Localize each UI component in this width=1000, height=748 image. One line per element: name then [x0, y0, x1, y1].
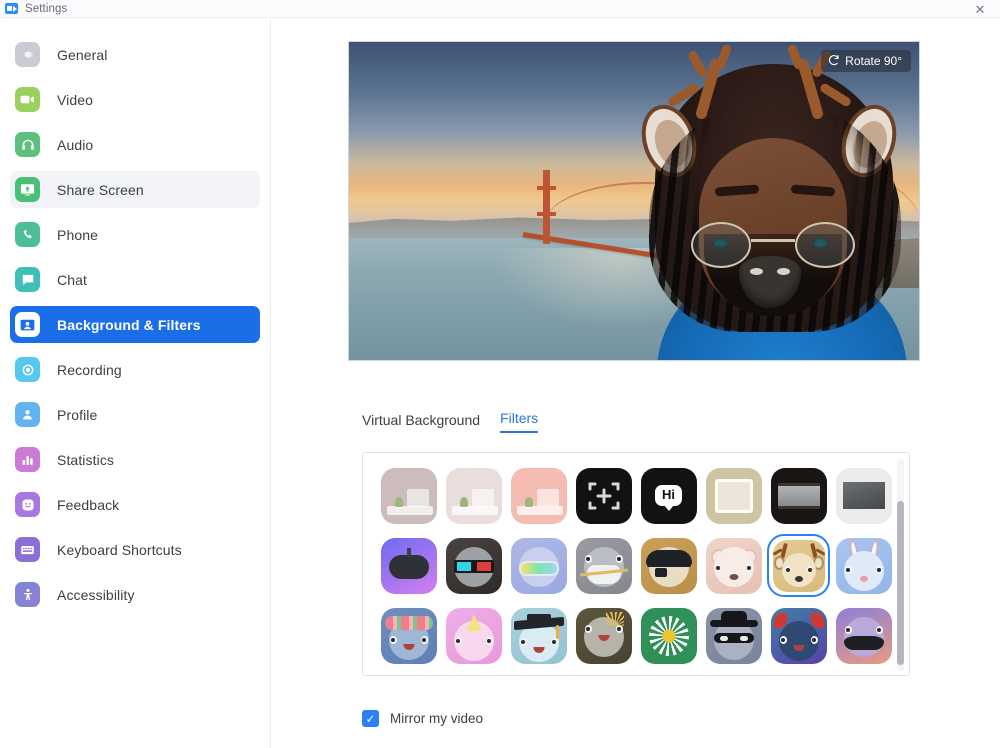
filter-tile-ski-goggles[interactable] [507, 534, 570, 597]
chat-icon [15, 267, 40, 292]
window-title: Settings [25, 2, 68, 15]
sidebar-item-statistics[interactable]: Statistics [10, 441, 260, 478]
devil-horn-right [810, 612, 824, 628]
filter-tile-daisy[interactable] [637, 604, 700, 667]
filter-tile-face-mask[interactable] [572, 534, 635, 597]
sidebar-item-accessibility[interactable]: Accessibility [10, 576, 260, 613]
sidebar-item-background-filters[interactable]: Background & Filters [10, 306, 260, 343]
smiley-icon [15, 492, 40, 517]
sidebar-item-label: Feedback [57, 496, 120, 513]
sidebar-item-label: Recording [57, 361, 122, 378]
filter-grid-panel: Hi [362, 452, 910, 676]
rotate-icon [828, 54, 840, 69]
frame-plus-icon [588, 482, 619, 509]
sidebar-item-video[interactable]: Video [10, 81, 260, 118]
person-card-icon [15, 312, 40, 337]
person-video [619, 42, 919, 360]
filter-tile-3d-glasses[interactable] [442, 534, 505, 597]
filter-tile-tv-frame[interactable] [767, 464, 830, 527]
filter-tile-sun-crown[interactable] [572, 604, 635, 667]
bridge-tower [537, 170, 556, 244]
sidebar-item-label: Statistics [57, 451, 115, 468]
sidebar-item-label: Share Screen [57, 181, 144, 198]
filter-tile-devil-horns[interactable] [767, 604, 830, 667]
sidebar-item-recording[interactable]: Recording [10, 351, 260, 388]
filter-tile-tone-pink[interactable] [507, 464, 570, 527]
close-icon[interactable]: ✕ [960, 0, 1000, 18]
filter-tile-mustache[interactable] [832, 604, 895, 667]
filter-tile-bear[interactable] [702, 534, 765, 597]
settings-sidebar: General Video Audio Share Screen Phone C… [0, 18, 271, 748]
sidebar-item-share-screen[interactable]: Share Screen [10, 171, 260, 208]
profile-icon [15, 402, 40, 427]
filter-tile-vr-headset[interactable] [377, 534, 440, 597]
sidebar-item-label: Accessibility [57, 586, 135, 603]
filter-tile-gold-frame[interactable] [702, 464, 765, 527]
tab-virtual-background[interactable]: Virtual Background [362, 412, 480, 433]
filter-tile-black-white[interactable] [832, 464, 895, 527]
background-filters-tabs: Virtual Background Filters [362, 410, 539, 433]
sidebar-item-label: Background & Filters [57, 316, 201, 333]
filter-scrollbar[interactable] [897, 459, 904, 671]
zoom-logo-icon [5, 3, 18, 14]
sidebar-item-label: Profile [57, 406, 98, 423]
sidebar-item-label: General [57, 46, 108, 63]
sidebar-item-label: Video [57, 91, 94, 108]
eyebrow [790, 184, 836, 197]
headset-icon [15, 132, 40, 157]
sidebar-item-audio[interactable]: Audio [10, 126, 260, 163]
bar-chart-icon [15, 447, 40, 472]
sidebar-item-chat[interactable]: Chat [10, 261, 260, 298]
rotate-90-button[interactable]: Rotate 90° [821, 50, 911, 72]
sidebar-item-keyboard-shortcuts[interactable]: Keyboard Shortcuts [10, 531, 260, 568]
filter-scroll-thumb[interactable] [897, 501, 904, 665]
filter-tile-bandit-hat[interactable] [702, 604, 765, 667]
filter-tile-tone-mauve[interactable] [377, 464, 440, 527]
sidebar-item-label: Audio [57, 136, 94, 153]
vr-headset-icon [388, 554, 429, 579]
video-preview[interactable]: Rotate 90° [348, 41, 920, 361]
video-icon [15, 87, 40, 112]
eyebrow [714, 184, 760, 197]
sidebar-item-profile[interactable]: Profile [10, 396, 260, 433]
mirror-checkbox[interactable]: ✓ [362, 710, 379, 727]
mirror-checkbox-label: Mirror my video [390, 711, 484, 726]
sidebar-item-general[interactable]: General [10, 36, 260, 73]
filter-tile-hi-bubble[interactable]: Hi [637, 464, 700, 527]
sidebar-item-phone[interactable]: Phone [10, 216, 260, 253]
filter-tile-graduation-cap[interactable] [507, 604, 570, 667]
mustache-icon [843, 635, 884, 650]
settings-main-panel: Rotate 90° Virtual Background Filters Hi… [272, 18, 1000, 748]
filter-tile-pirate-hat[interactable] [637, 534, 700, 597]
hi-speech-bubble-icon: Hi [655, 485, 682, 511]
sidebar-item-label: Keyboard Shortcuts [57, 541, 182, 558]
window-titlebar: Settings ✕ [0, 0, 1000, 18]
ski-goggles-icon [518, 560, 559, 576]
filter-tile-focus-frame[interactable] [572, 464, 635, 527]
phone-icon [15, 222, 40, 247]
mirror-my-video-row[interactable]: ✓ Mirror my video [362, 710, 483, 727]
filter-tile-deer[interactable] [767, 534, 830, 597]
hi-text: Hi [655, 485, 682, 506]
keyboard-icon [15, 537, 40, 562]
tab-filters[interactable]: Filters [500, 410, 539, 433]
accessibility-icon [15, 582, 40, 607]
filter-tile-rabbit[interactable] [832, 534, 895, 597]
filter-tile-tone-blush[interactable] [442, 464, 505, 527]
sidebar-item-feedback[interactable]: Feedback [10, 486, 260, 523]
filter-tile-flower-crown[interactable] [377, 604, 440, 667]
record-icon [15, 357, 40, 382]
sidebar-item-label: Phone [57, 226, 98, 243]
filter-grid: Hi [377, 464, 895, 667]
filter-tile-unicorn[interactable] [442, 604, 505, 667]
daisy-flower-icon [648, 615, 689, 656]
share-icon [15, 177, 40, 202]
rotate-label: Rotate 90° [845, 54, 902, 68]
gear-icon [15, 42, 40, 67]
sidebar-item-label: Chat [57, 271, 87, 288]
